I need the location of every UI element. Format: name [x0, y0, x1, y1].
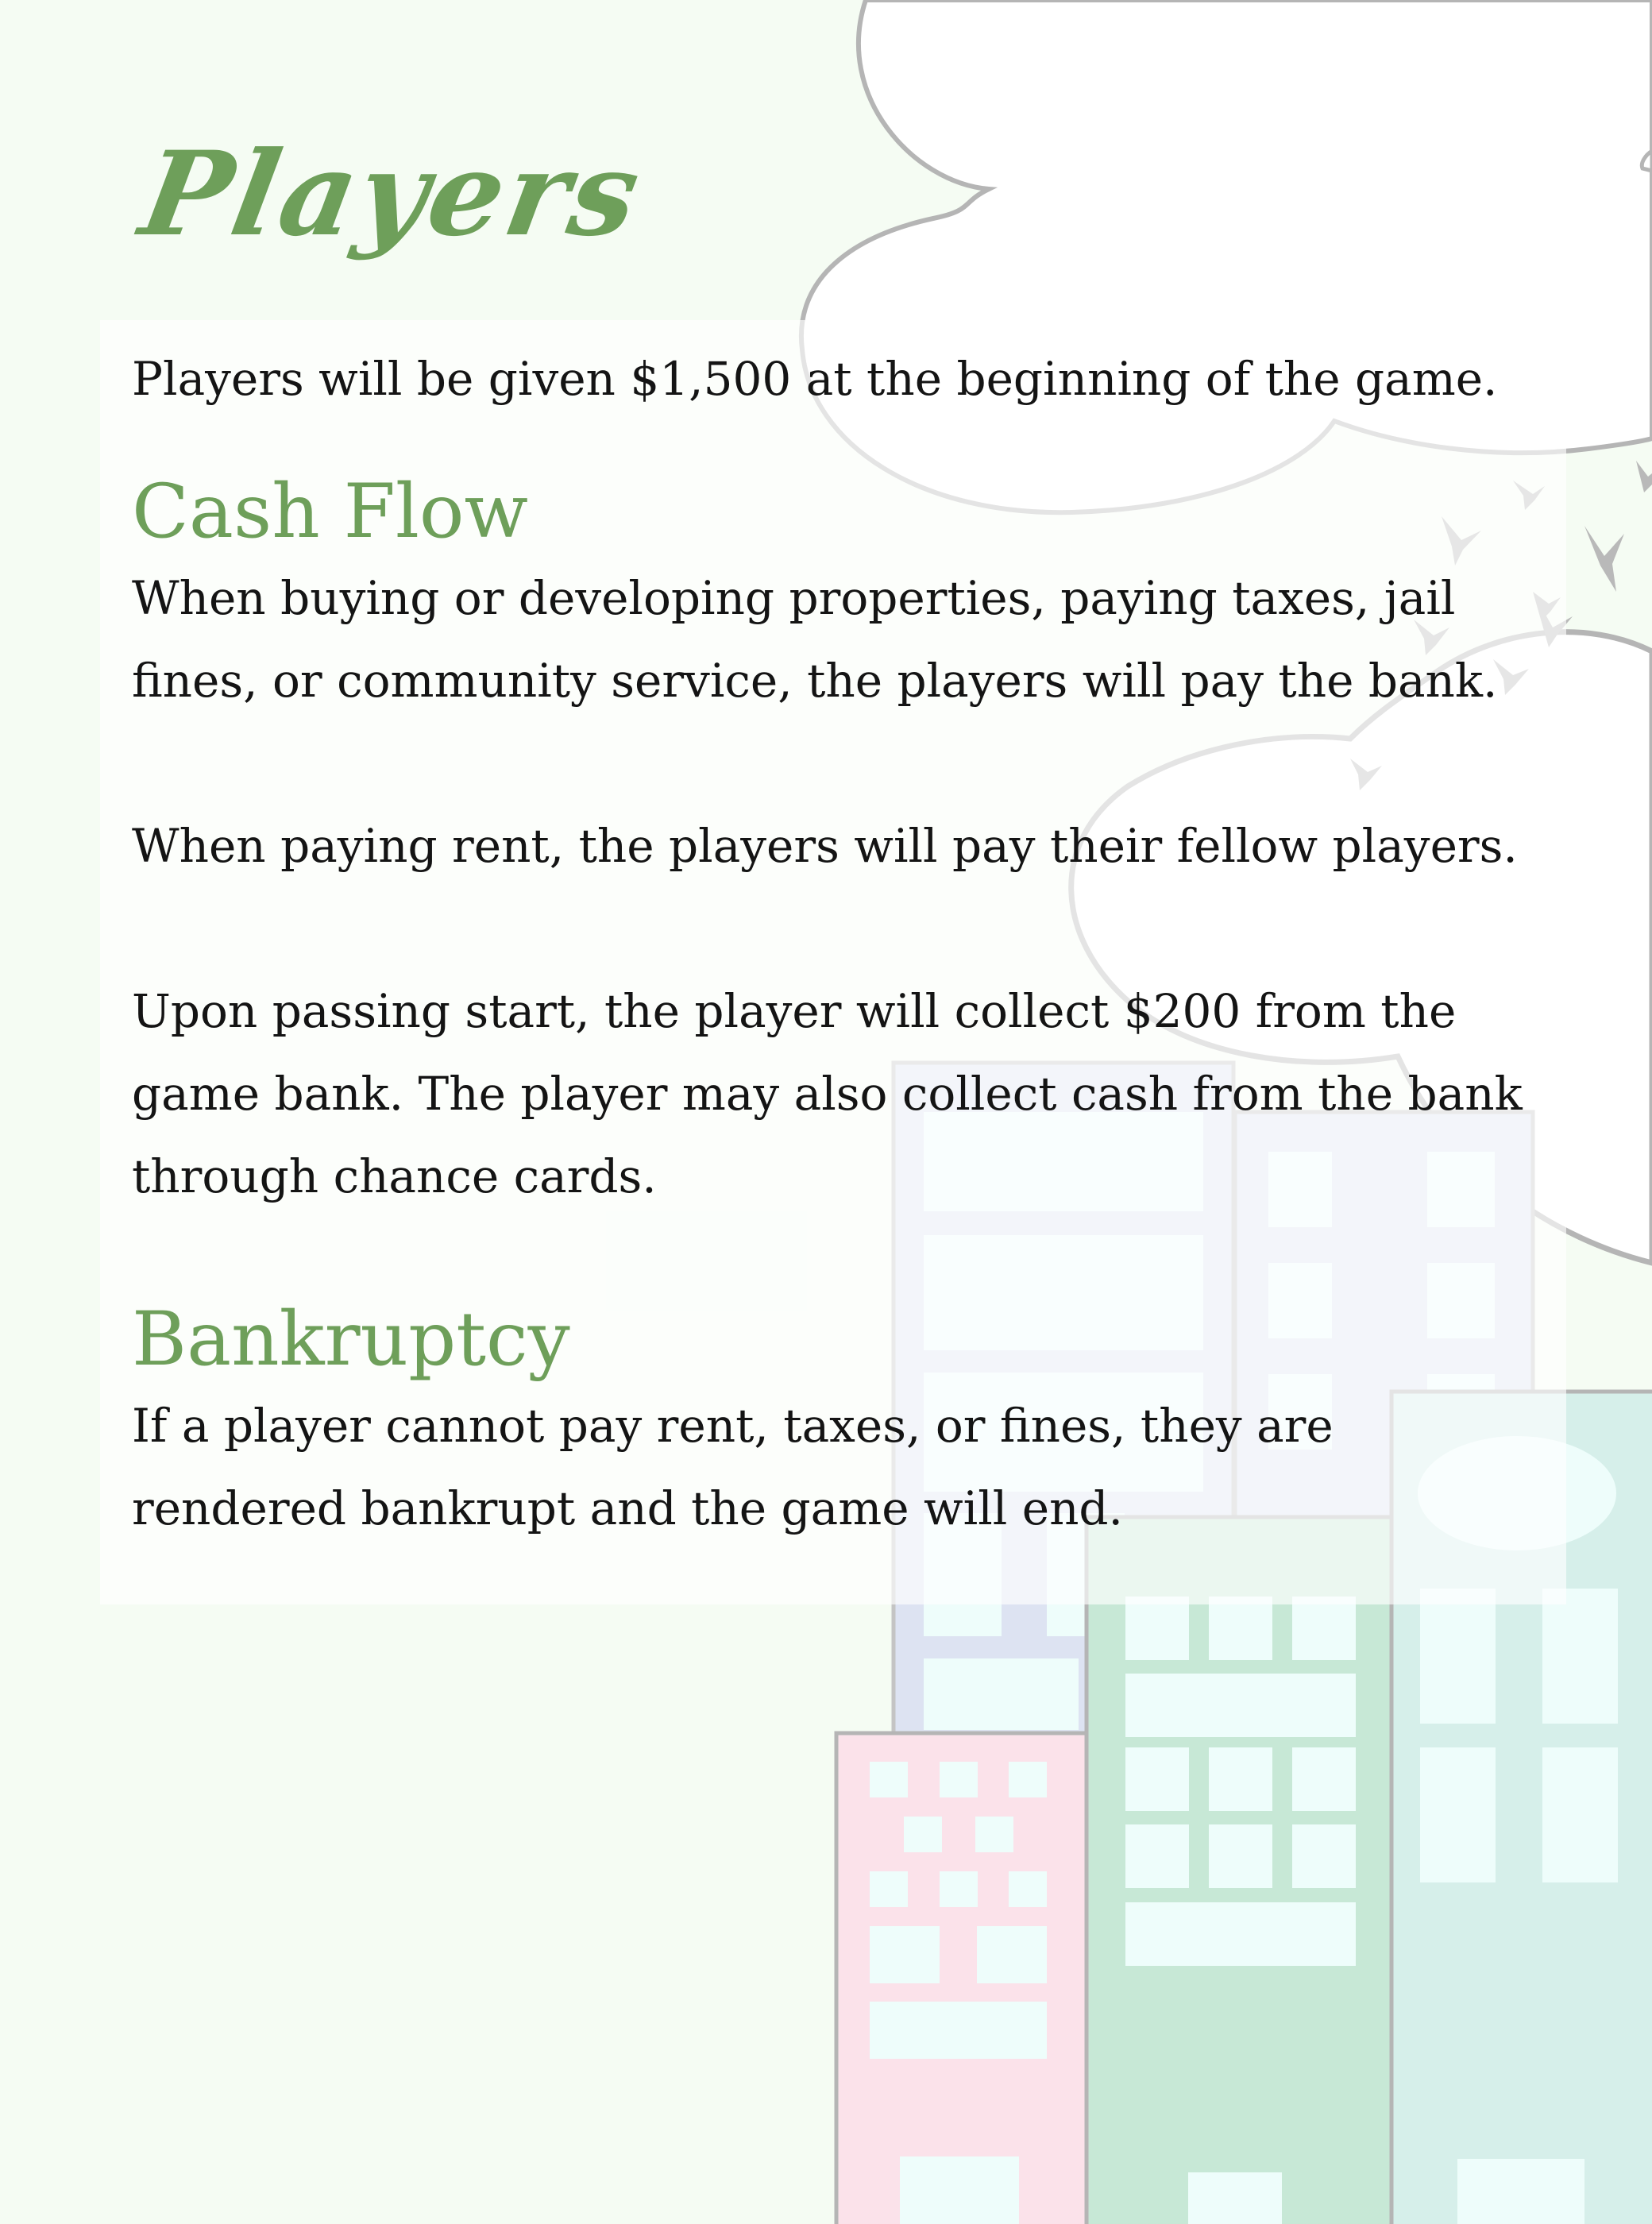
content-body: Players will be given $1,500 at the begi… — [132, 338, 1530, 1550]
section-heading-bankruptcy: Bankruptcy — [132, 1296, 570, 1383]
page-title: Players — [131, 126, 652, 262]
section-paragraph: Upon passing start, the player will coll… — [132, 984, 1523, 1203]
section-paragraph: When buying or developing properties, pa… — [132, 571, 1498, 708]
section-paragraph: When paying rent, the players will pay t… — [132, 819, 1518, 873]
section-paragraph: If a player cannot pay rent, taxes, or f… — [132, 1399, 1334, 1535]
intro-paragraph: Players will be given $1,500 at the begi… — [132, 352, 1498, 406]
section-heading-cash-flow: Cash Flow — [132, 469, 528, 555]
